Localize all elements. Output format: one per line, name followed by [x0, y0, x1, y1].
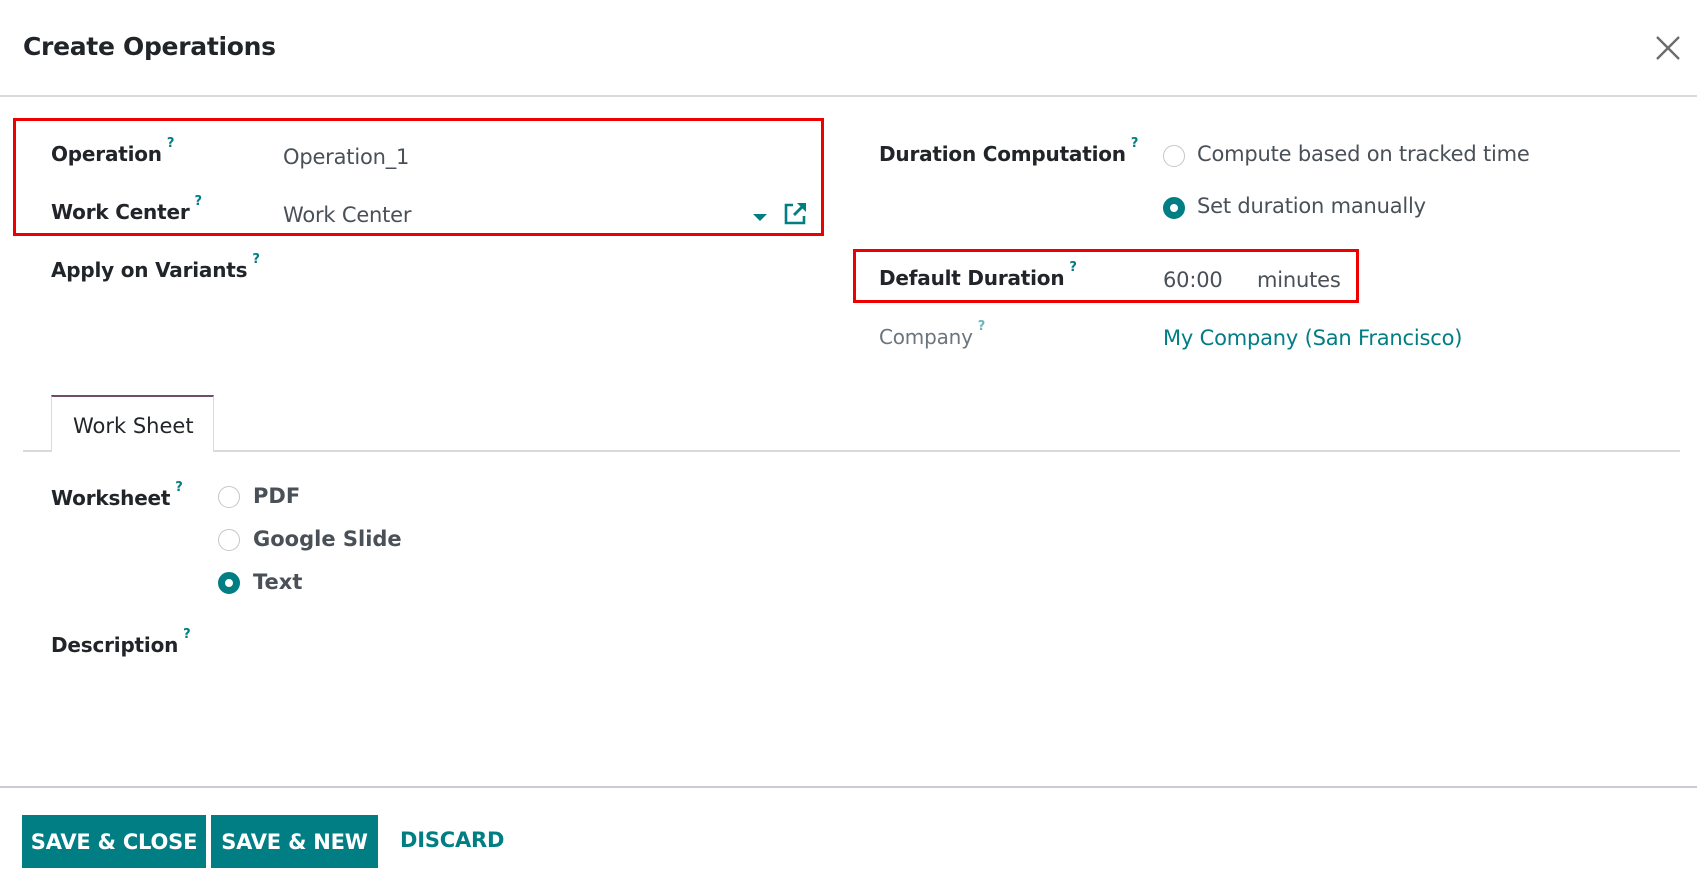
description-editor[interactable]	[218, 630, 1668, 750]
description-label: Description?	[51, 627, 191, 657]
operation-input[interactable]: Operation_1	[283, 145, 803, 169]
default-duration-input[interactable]: 60:00	[1163, 268, 1253, 292]
help-icon[interactable]: ?	[194, 194, 202, 209]
help-icon[interactable]: ?	[183, 627, 191, 642]
radio-set-manually[interactable]	[1163, 197, 1185, 219]
header-divider	[0, 95, 1697, 97]
save-new-button[interactable]: SAVE & NEW	[211, 815, 378, 868]
help-icon[interactable]: ?	[252, 252, 260, 267]
duration-computation-label: Duration Computation?	[879, 136, 1138, 166]
company-label-text: Company	[879, 325, 973, 349]
apply-on-variants-label-text: Apply on Variants	[51, 258, 248, 282]
work-center-input[interactable]: Work Center	[283, 203, 743, 227]
tab-work-sheet[interactable]: Work Sheet	[51, 395, 214, 452]
radio-compute-tracked[interactable]	[1163, 145, 1185, 167]
external-link-icon[interactable]	[783, 201, 808, 226]
help-icon[interactable]: ?	[1069, 260, 1077, 275]
radio-text[interactable]	[218, 572, 240, 594]
tab-divider	[23, 450, 1680, 452]
worksheet-label: Worksheet?	[51, 480, 183, 510]
dialog-title: Create Operations	[23, 32, 276, 61]
option-set-manually-label[interactable]: Set duration manually	[1197, 194, 1426, 218]
discard-button[interactable]: DISCARD	[400, 828, 504, 852]
close-icon[interactable]	[1655, 35, 1681, 61]
duration-unit: minutes	[1257, 268, 1341, 292]
default-duration-label: Default Duration?	[879, 260, 1077, 290]
default-duration-label-text: Default Duration	[879, 266, 1065, 290]
radio-google-slide[interactable]	[218, 529, 240, 551]
company-link[interactable]: My Company (San Francisco)	[1163, 326, 1462, 350]
operation-label: Operation?	[51, 136, 174, 166]
apply-on-variants-label: Apply on Variants?	[51, 252, 260, 282]
duration-computation-label-text: Duration Computation	[879, 142, 1126, 166]
option-google-slide-label[interactable]: Google Slide	[253, 527, 402, 551]
work-center-label: Work Center?	[51, 194, 202, 224]
description-label-text: Description	[51, 633, 179, 657]
apply-on-variants-input[interactable]	[283, 252, 803, 286]
help-icon[interactable]: ?	[978, 319, 986, 334]
worksheet-label-text: Worksheet	[51, 486, 171, 510]
radio-pdf[interactable]	[218, 486, 240, 508]
work-center-label-text: Work Center	[51, 200, 190, 224]
help-icon[interactable]: ?	[167, 136, 175, 151]
company-label: Company?	[879, 319, 985, 349]
help-icon[interactable]: ?	[175, 480, 183, 495]
option-compute-tracked-label[interactable]: Compute based on tracked time	[1197, 142, 1530, 166]
caret-down-icon[interactable]	[753, 214, 767, 221]
operation-label-text: Operation	[51, 142, 162, 166]
option-pdf-label[interactable]: PDF	[253, 484, 300, 508]
footer-divider	[0, 786, 1697, 788]
help-icon[interactable]: ?	[1131, 136, 1139, 151]
save-close-button[interactable]: SAVE & CLOSE	[22, 815, 206, 868]
option-text-label[interactable]: Text	[253, 570, 302, 594]
